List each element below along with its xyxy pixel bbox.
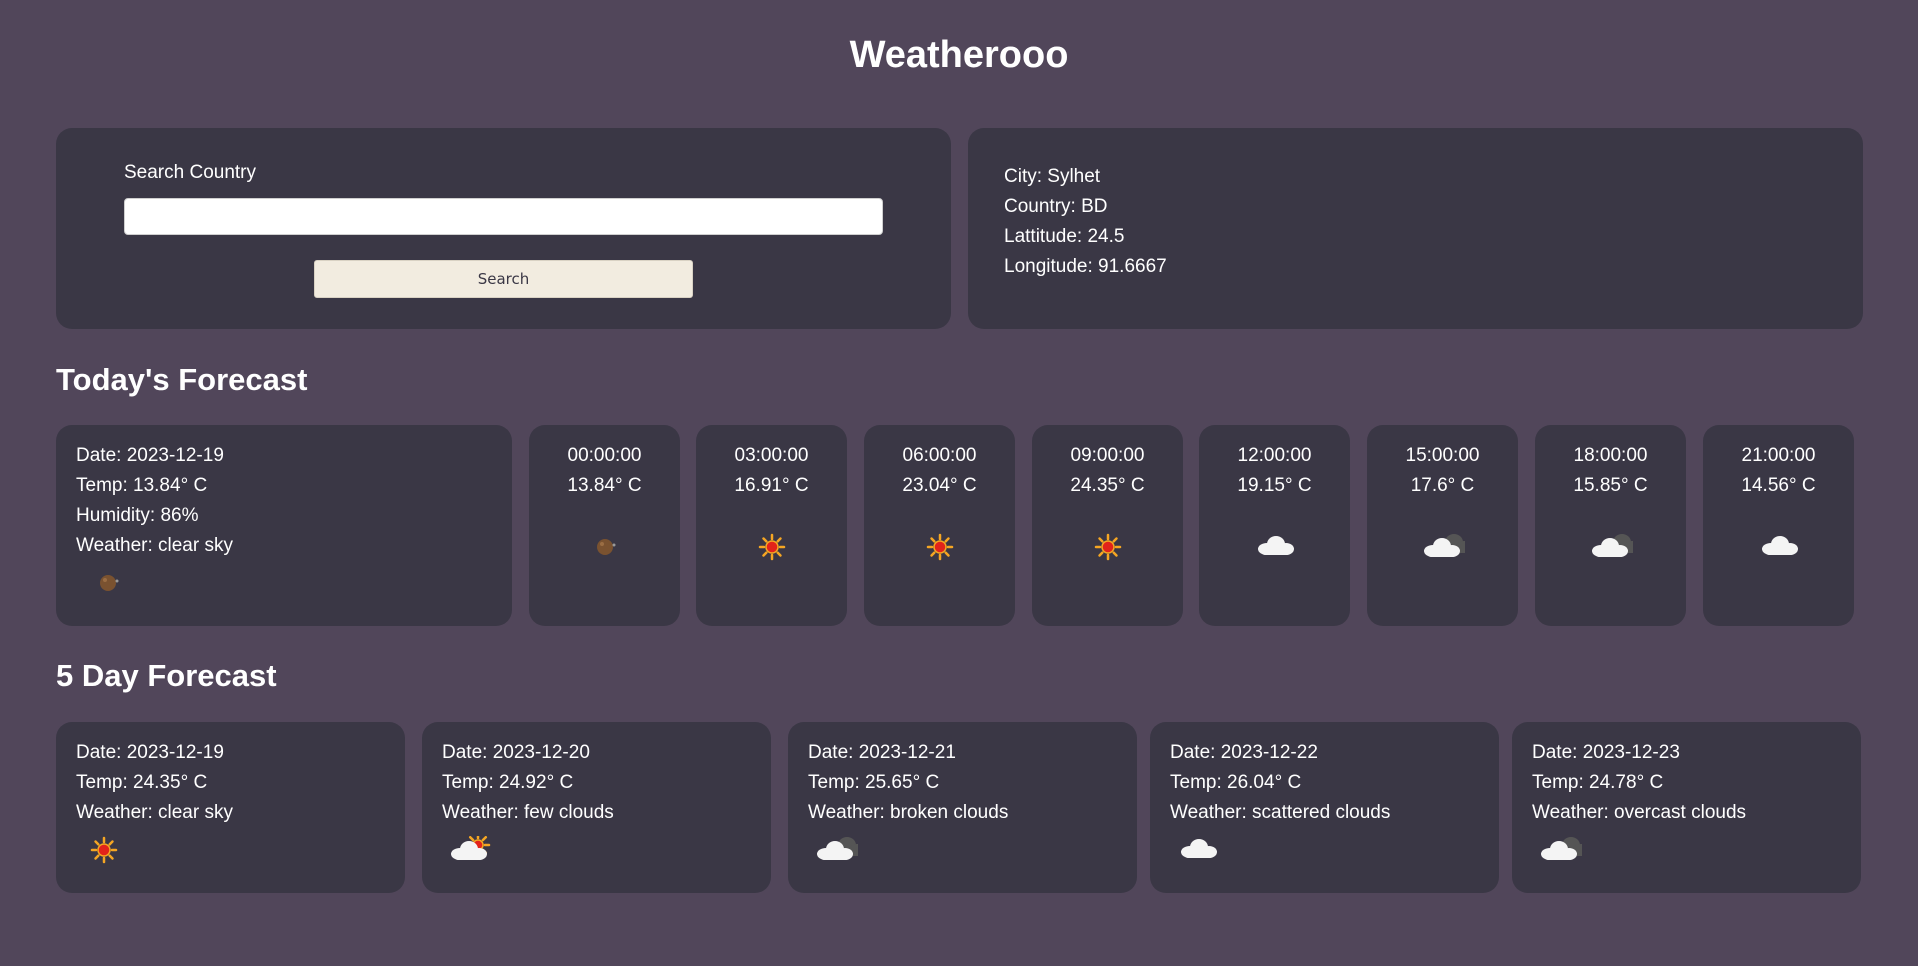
hourly-card: 15:00:00 17.6° C — [1367, 425, 1518, 626]
day-card: Date: 2023-12-21 Temp: 25.65° C Weather:… — [788, 722, 1137, 893]
broken-clouds-icon — [814, 836, 858, 864]
today-forecast-title: Today's Forecast — [56, 362, 308, 397]
hour-temp: 17.6° C — [1410, 475, 1475, 496]
day-date: Date: 2023-12-20 — [442, 742, 590, 763]
day-temp: Temp: 24.92° C — [442, 772, 574, 793]
broken-clouds-icon — [1421, 533, 1465, 561]
search-button[interactable]: Search — [314, 260, 693, 298]
hour-temp: 16.91° C — [734, 475, 809, 496]
search-label: Search Country — [124, 162, 257, 183]
hour-temp: 19.15° C — [1237, 475, 1312, 496]
cloud-icon — [1176, 836, 1220, 864]
hourly-card: 06:00:00 23.04° C — [864, 425, 1015, 626]
day-date: Date: 2023-12-19 — [76, 742, 224, 763]
cloud-icon — [1253, 533, 1297, 561]
moon-icon — [86, 569, 130, 597]
day-weather: Weather: scattered clouds — [1170, 802, 1391, 823]
city-label: City: Sylhet — [1004, 166, 1101, 187]
moon-icon — [583, 533, 627, 561]
day-temp: Temp: 24.78° C — [1532, 772, 1664, 793]
cloud-icon — [1757, 533, 1801, 561]
hour-time: 03:00:00 — [734, 445, 809, 466]
hourly-card: 12:00:00 19.15° C — [1199, 425, 1350, 626]
hour-time: 00:00:00 — [567, 445, 642, 466]
hour-time: 21:00:00 — [1741, 445, 1816, 466]
day-card: Date: 2023-12-20 Temp: 24.92° C Weather:… — [422, 722, 771, 893]
broken-clouds-icon — [1538, 836, 1582, 864]
hourly-card: 03:00:00 16.91° C — [696, 425, 847, 626]
few-clouds-icon — [448, 836, 492, 864]
location-panel: City: Sylhet Country: BD Lattitude: 24.5… — [968, 128, 1863, 329]
today-weather: Weather: clear sky — [76, 535, 233, 556]
day-date: Date: 2023-12-23 — [1532, 742, 1680, 763]
day-date: Date: 2023-12-22 — [1170, 742, 1318, 763]
hour-temp: 24.35° C — [1070, 475, 1145, 496]
day-weather: Weather: overcast clouds — [1532, 802, 1747, 823]
hour-temp: 15.85° C — [1573, 475, 1648, 496]
hour-time: 18:00:00 — [1573, 445, 1648, 466]
hour-temp: 23.04° C — [902, 475, 977, 496]
day-card: Date: 2023-12-23 Temp: 24.78° C Weather:… — [1512, 722, 1861, 893]
sun-icon — [82, 836, 126, 864]
longitude-label: Longitude: 91.6667 — [1004, 256, 1167, 277]
day-card: Date: 2023-12-19 Temp: 24.35° C Weather:… — [56, 722, 405, 893]
day-weather: Weather: broken clouds — [808, 802, 1009, 823]
hourly-card: 21:00:00 14.56° C — [1703, 425, 1854, 626]
search-panel: Search Country Search — [56, 128, 951, 329]
sun-icon — [750, 533, 794, 561]
hour-time: 09:00:00 — [1070, 445, 1145, 466]
sun-icon — [1086, 533, 1130, 561]
hourly-card: 00:00:00 13.84° C — [529, 425, 680, 626]
today-date: Date: 2023-12-19 — [76, 445, 224, 466]
hourly-card: 18:00:00 15.85° C — [1535, 425, 1686, 626]
hour-time: 12:00:00 — [1237, 445, 1312, 466]
day-temp: Temp: 24.35° C — [76, 772, 208, 793]
day-weather: Weather: few clouds — [442, 802, 614, 823]
hourly-card: 09:00:00 24.35° C — [1032, 425, 1183, 626]
hour-temp: 13.84° C — [567, 475, 642, 496]
day-weather: Weather: clear sky — [76, 802, 233, 823]
sun-icon — [918, 533, 962, 561]
hour-time: 15:00:00 — [1405, 445, 1480, 466]
today-temp: Temp: 13.84° C — [76, 475, 208, 496]
five-day-forecast-title: 5 Day Forecast — [56, 658, 277, 693]
day-card: Date: 2023-12-22 Temp: 26.04° C Weather:… — [1150, 722, 1499, 893]
hour-temp: 14.56° C — [1741, 475, 1816, 496]
day-temp: Temp: 26.04° C — [1170, 772, 1302, 793]
broken-clouds-icon — [1589, 533, 1633, 561]
today-humidity: Humidity: 86% — [76, 505, 199, 526]
latitude-label: Lattitude: 24.5 — [1004, 226, 1125, 247]
country-label: Country: BD — [1004, 196, 1108, 217]
day-temp: Temp: 25.65° C — [808, 772, 940, 793]
app-title: Weatherooo — [849, 34, 1069, 76]
day-date: Date: 2023-12-21 — [808, 742, 956, 763]
today-summary-card: Date: 2023-12-19 Temp: 13.84° C Humidity… — [56, 425, 512, 626]
search-input[interactable] — [124, 198, 883, 235]
hour-time: 06:00:00 — [902, 445, 977, 466]
